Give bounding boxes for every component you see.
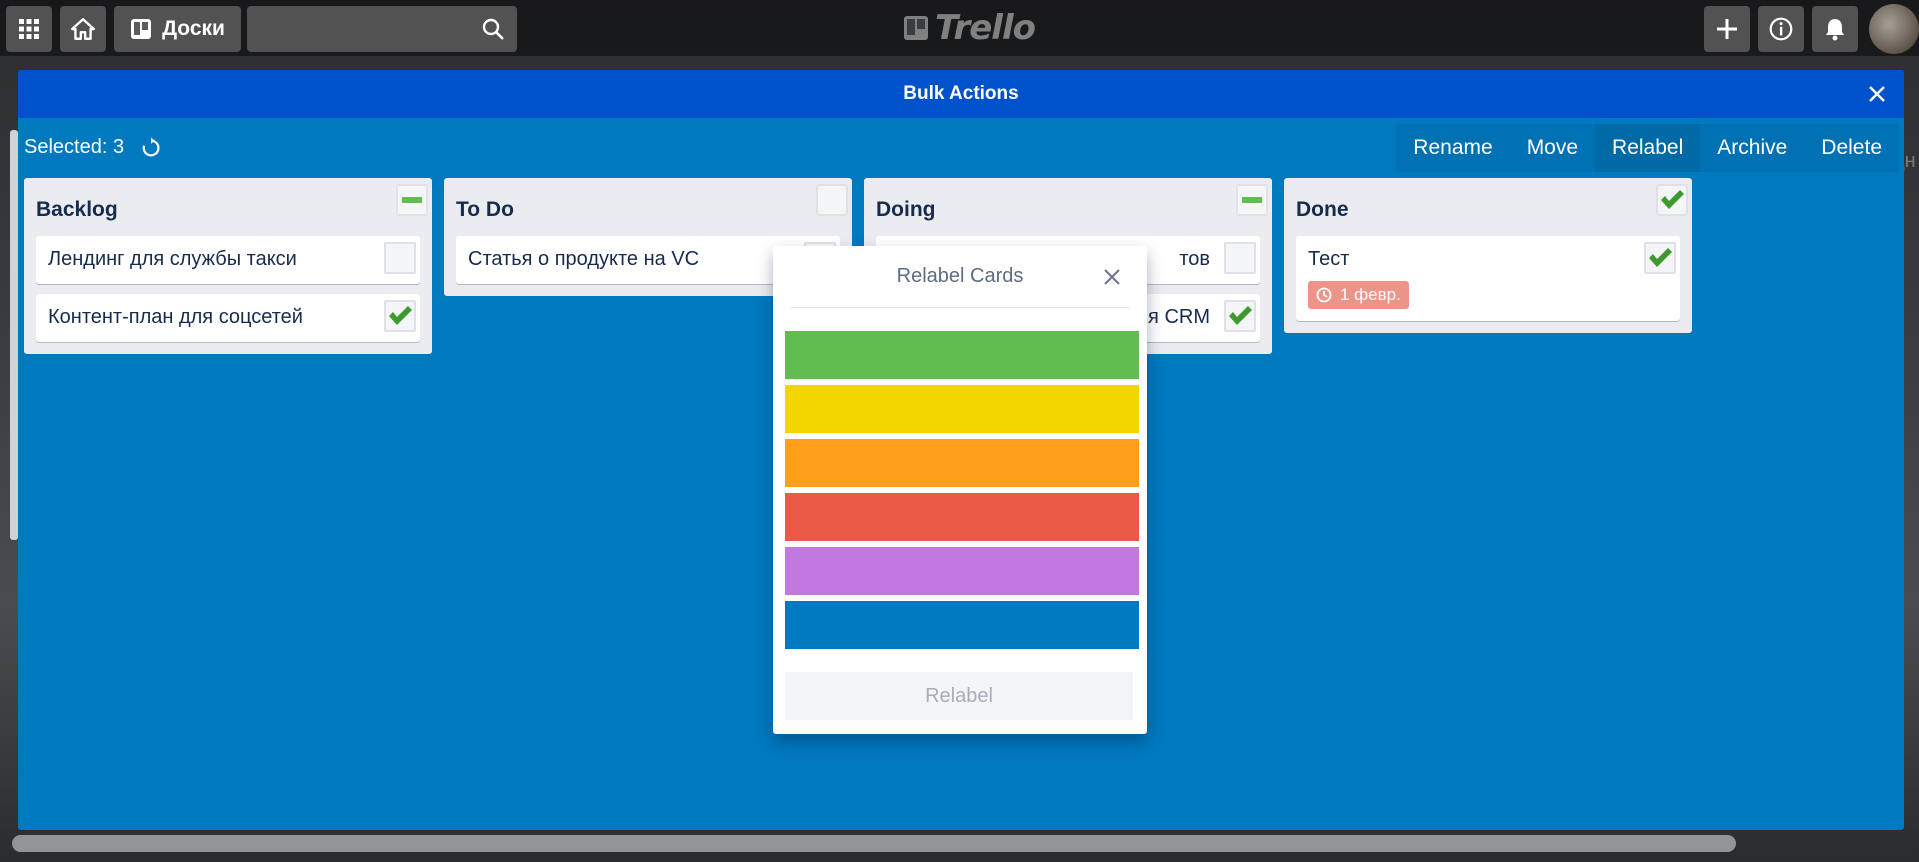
card[interactable]: Лендинг для службы такси [36, 236, 420, 284]
bulk-action-buttons: Rename Move Relabel Archive Delete [1396, 124, 1899, 172]
relabel-submit-button[interactable]: Relabel [785, 672, 1133, 720]
info-icon [1769, 17, 1793, 41]
card[interactable]: Тест 1 февр. [1296, 236, 1680, 321]
card-select-checkbox[interactable] [384, 300, 416, 332]
reset-selection-icon[interactable] [140, 136, 162, 159]
create-button[interactable] [1704, 6, 1750, 52]
plus-icon [1717, 19, 1737, 39]
list-title: To Do [456, 198, 514, 221]
card-select-checkbox[interactable] [1644, 242, 1676, 274]
modal-close-button[interactable] [1862, 79, 1892, 109]
boards-label: Доски [162, 17, 225, 40]
label-swatch-blue[interactable] [785, 601, 1139, 649]
relabel-button[interactable]: Relabel [1595, 124, 1701, 172]
due-date-text: 1 февр. [1340, 285, 1401, 304]
rename-button[interactable]: Rename [1396, 124, 1510, 172]
move-button[interactable]: Move [1509, 124, 1596, 172]
info-button[interactable] [1758, 6, 1804, 52]
checkmark-icon [389, 306, 412, 325]
bell-icon [1826, 19, 1844, 41]
list-select-checkbox[interactable] [1656, 184, 1688, 216]
list-title: Backlog [36, 198, 118, 221]
label-swatch-orange[interactable] [785, 439, 1139, 487]
bulk-toolbar: Selected: 3 Rename Move Relabel Archive … [18, 118, 1904, 178]
list-done: Done Тест 1 февр. [1284, 178, 1692, 333]
relabel-popup: Relabel Cards Relabel [773, 246, 1147, 734]
due-date-badge: 1 февр. [1308, 281, 1409, 309]
card[interactable]: Контент-план для соцсетей [36, 294, 420, 342]
popup-header: Relabel Cards [791, 246, 1129, 308]
card-select-checkbox[interactable] [1224, 242, 1256, 274]
card-select-checkbox[interactable] [384, 242, 416, 274]
popup-title: Relabel Cards [896, 265, 1024, 287]
apps-button[interactable] [6, 6, 52, 52]
clock-icon [1316, 287, 1332, 303]
close-icon [1869, 86, 1885, 102]
card-title: ля CRM [1136, 306, 1210, 328]
logo-text: Trello [935, 8, 1036, 48]
list-title: Doing [876, 198, 936, 221]
label-swatch-red[interactable] [785, 493, 1139, 541]
card-title: Статья о продукте на VC [468, 248, 700, 270]
card-title: Тест [1308, 248, 1350, 270]
header-bar: Доски Trello [0, 0, 1919, 56]
list-backlog: Backlog Лендинг для службы такси Контент… [24, 178, 432, 354]
board-horizontal-scrollbar[interactable] [12, 835, 1736, 852]
modal-title: Bulk Actions [903, 83, 1019, 104]
modal-header: Bulk Actions [18, 70, 1904, 118]
list-select-checkbox[interactable] [816, 184, 848, 216]
card-title: Лендинг для службы такси [48, 248, 297, 270]
checkmark-icon [1661, 190, 1684, 209]
list-select-checkbox[interactable] [1236, 184, 1268, 216]
grid-icon [19, 19, 39, 39]
search-input[interactable] [247, 6, 517, 52]
boards-button[interactable]: Доски [114, 6, 241, 52]
partial-mark [1242, 197, 1262, 203]
popup-close-icon[interactable] [1101, 266, 1123, 288]
selected-count: Selected: 3 [24, 136, 125, 158]
search-icon [482, 18, 504, 40]
background-list-edge [10, 130, 18, 540]
list-title: Done [1296, 198, 1349, 221]
home-button[interactable] [60, 6, 106, 52]
card-title: Контент-план для соцсетей [48, 306, 303, 328]
selection-summary: Selected: 3 [24, 136, 162, 159]
boards-icon [131, 19, 152, 39]
label-swatch-purple[interactable] [785, 547, 1139, 595]
archive-button[interactable]: Archive [1700, 124, 1805, 172]
partial-mark [402, 197, 422, 203]
notifications-button[interactable] [1812, 6, 1858, 52]
list-select-checkbox[interactable] [396, 184, 428, 216]
checkmark-icon [1229, 306, 1252, 325]
checkmark-icon [1649, 248, 1672, 267]
trello-logo[interactable]: Trello [903, 8, 1036, 48]
card-title: тов [1179, 248, 1210, 270]
label-swatch-yellow[interactable] [785, 385, 1139, 433]
trello-logo-icon [904, 16, 928, 40]
delete-button[interactable]: Delete [1804, 124, 1899, 172]
card-select-checkbox[interactable] [1224, 300, 1256, 332]
home-icon [70, 18, 96, 40]
avatar[interactable] [1869, 4, 1919, 54]
label-swatch-green[interactable] [785, 331, 1139, 379]
